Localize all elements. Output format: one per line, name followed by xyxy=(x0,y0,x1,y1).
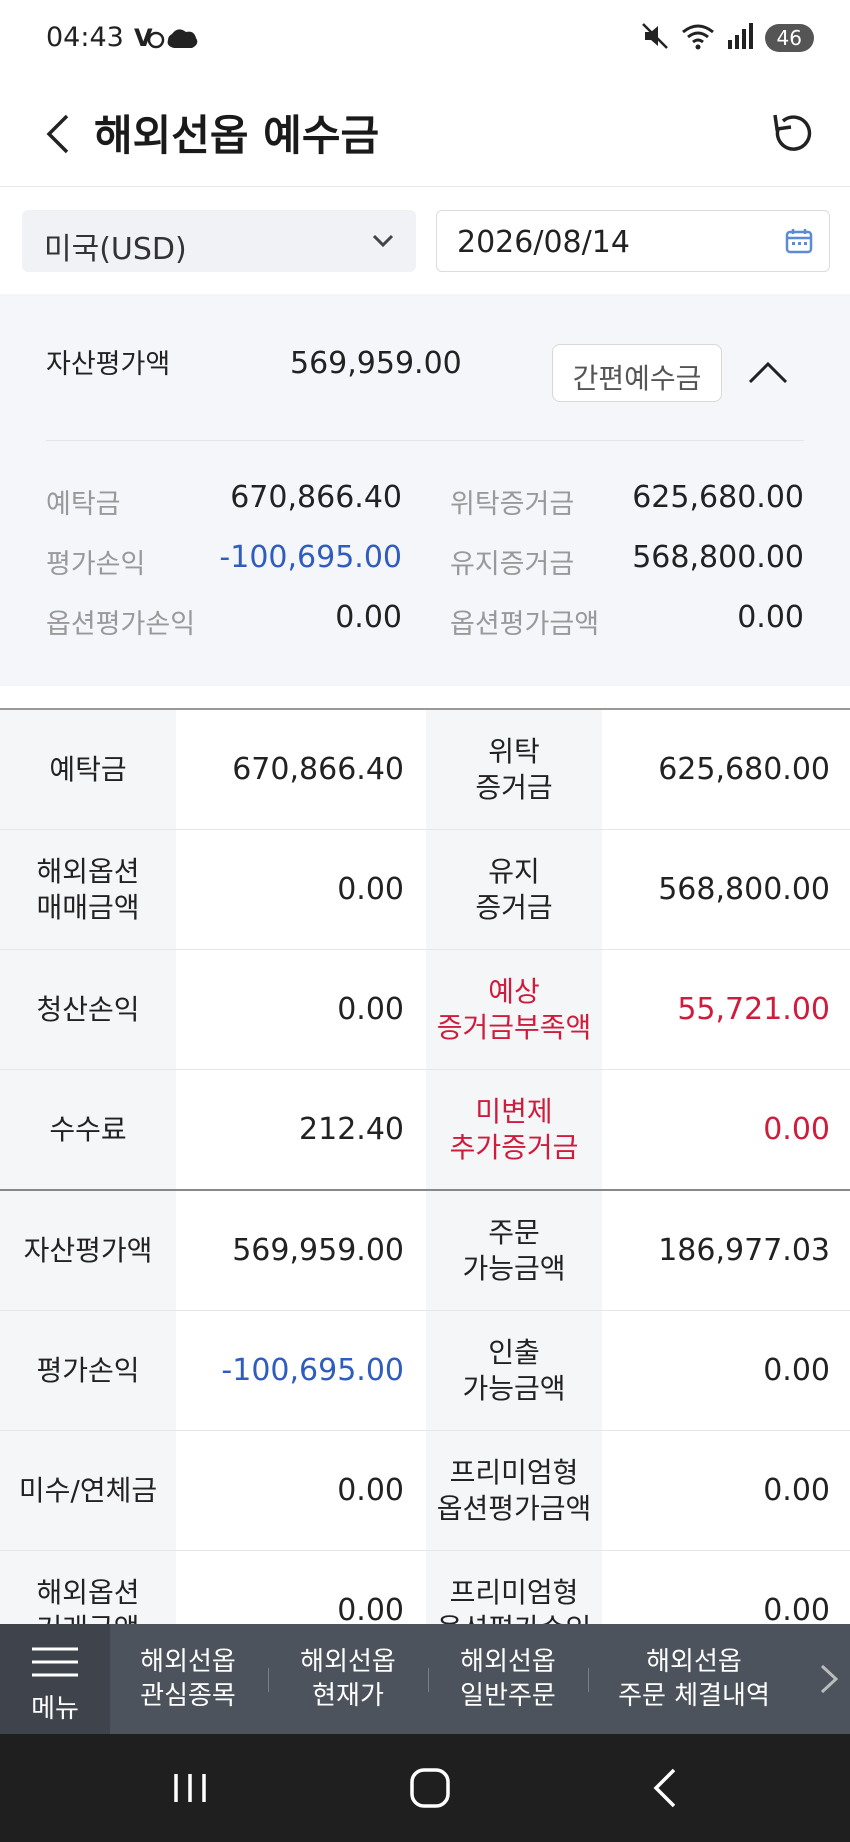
notification-icons: V xyxy=(134,20,204,61)
menu-item-current-price[interactable]: 해외선옵 현재가 xyxy=(276,1624,420,1734)
table-row: 청산손익 0.00 예상 증거금부족액 55,721.00 xyxy=(0,950,850,1070)
menu-button[interactable]: 메뉴 xyxy=(0,1624,110,1734)
status-time: 04:43 xyxy=(46,22,124,53)
collapse-button[interactable] xyxy=(736,340,800,404)
back-button[interactable] xyxy=(30,104,86,164)
table-row: 자산평가액 569,959.00 주문 가능금액 186,977.03 xyxy=(0,1191,850,1311)
app-bar: 해외선옵 예수금 xyxy=(0,80,850,187)
date-field[interactable]: 2026/08/14 xyxy=(436,210,830,272)
asset-label: 자산평가액 xyxy=(46,349,171,380)
recent-apps-button[interactable] xyxy=(170,1770,210,1810)
system-nav-bar xyxy=(0,1734,850,1842)
chevron-right-icon xyxy=(820,1664,839,1694)
date-value: 2026/08/14 xyxy=(457,225,630,260)
chevron-left-icon xyxy=(46,114,69,154)
home-button[interactable] xyxy=(408,1766,452,1814)
hamburger-icon xyxy=(32,1647,78,1677)
table-row: 해외옵션 매매금액 0.00 유지 증거금 568,800.00 xyxy=(0,830,850,950)
chevron-up-icon xyxy=(748,361,788,384)
table-row: 수수료 212.40 미변제 추가증거금 0.00 xyxy=(0,1070,850,1191)
table-row: 평가손익 -100,695.00 인출 가능금액 0.00 xyxy=(0,1311,850,1431)
page-title: 해외선옵 예수금 xyxy=(94,111,380,160)
refresh-button[interactable] xyxy=(760,102,824,166)
table-row: 예탁금 670,866.40 위탁 증거금 625,680.00 xyxy=(0,710,850,830)
signal-icon xyxy=(727,22,753,54)
filter-row: 미국(USD) 2026/08/14 xyxy=(0,186,850,292)
system-back-button[interactable] xyxy=(650,1766,680,1814)
summary-row: 옵션평가손익 0.00 옵션평가금액 0.00 xyxy=(46,600,804,640)
menu-item-watchlist[interactable]: 해외선옵 관심종목 xyxy=(116,1624,260,1734)
back-icon xyxy=(653,1768,676,1808)
menu-separator xyxy=(428,1668,429,1692)
summary-row: 예탁금 670,866.40 위탁증거금 625,680.00 xyxy=(46,480,804,520)
calendar-icon xyxy=(785,229,813,254)
chevron-down-icon xyxy=(372,234,394,248)
menu-item-order-history[interactable]: 해외선옵 주문 체결내역 xyxy=(596,1624,792,1734)
menu-separator xyxy=(268,1668,269,1692)
divider xyxy=(46,440,804,441)
menu-next-button[interactable] xyxy=(818,1662,840,1700)
mute-icon xyxy=(641,22,669,54)
battery-indicator: 46 xyxy=(764,24,814,52)
refresh-icon xyxy=(773,114,812,151)
summary-panel: 자산평가액 569,959.00 간편예수금 예탁금 670,866.40 위탁… xyxy=(0,294,850,686)
bottom-menu-bar: 메뉴 해외선옵 관심종목 해외선옵 현재가 해외선옵 일반주문 해외선옵 주문 … xyxy=(0,1624,850,1734)
table-row: 미수/연체금 0.00 프리미엄형 옵션평가금액 0.00 xyxy=(0,1431,850,1551)
status-bar: 04:43 V 46 xyxy=(0,0,850,80)
menu-item-order[interactable]: 해외선옵 일반주문 xyxy=(436,1624,580,1734)
summary-row: 평가손익 -100,695.00 유지증거금 568,800.00 xyxy=(46,540,804,580)
wifi-icon xyxy=(681,22,715,54)
currency-value: 미국(USD) xyxy=(44,232,187,267)
menu-separator xyxy=(588,1668,589,1692)
home-icon xyxy=(410,1768,450,1808)
deposit-table: 예탁금 670,866.40 위탁 증거금 625,680.00 해외옵션 매매… xyxy=(0,710,850,1671)
recent-apps-icon xyxy=(174,1774,206,1802)
simple-deposit-button[interactable]: 간편예수금 xyxy=(552,344,722,402)
currency-select[interactable]: 미국(USD) xyxy=(22,210,416,272)
asset-value: 569,959.00 xyxy=(290,346,462,381)
